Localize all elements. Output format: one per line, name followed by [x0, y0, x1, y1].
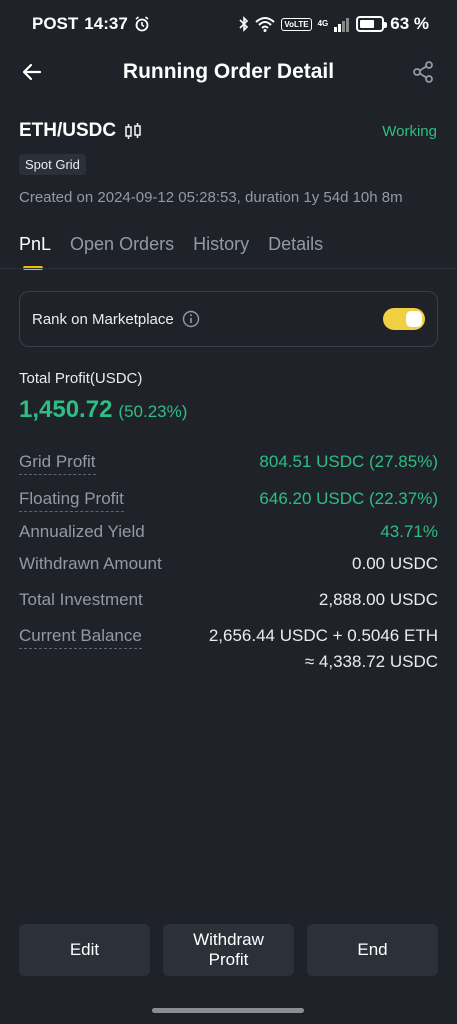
current-balance-assets: 2,656.44 USDC + 0.5046 ETH — [208, 626, 438, 645]
annualized-yield-row: Annualized Yield 43.71% — [19, 522, 438, 554]
tab-details[interactable]: Details — [268, 234, 323, 255]
total-profit-label: Total Profit(USDC) — [19, 370, 143, 387]
detail-rows: Grid Profit 804.51 USDC (27.85%) Floatin… — [19, 452, 438, 672]
volte-badge: VoLTE — [281, 17, 312, 31]
total-profit-row: 1,450.72 (50.23%) — [19, 396, 187, 424]
current-balance-row: Current Balance 2,656.44 USDC + 0.5046 E… — [19, 626, 438, 672]
battery-percent: 63 % — [390, 14, 429, 33]
status-left: POST 14:37 — [32, 14, 150, 34]
home-indicator[interactable] — [152, 1008, 304, 1013]
floating-profit-row: Floating Profit 646.20 USDC (22.37%) — [19, 489, 438, 522]
grid-profit-row: Grid Profit 804.51 USDC (27.85%) — [19, 452, 438, 489]
total-investment-row: Total Investment 2,888.00 USDC — [19, 590, 438, 626]
wifi-icon — [255, 17, 276, 32]
bluetooth-icon — [239, 16, 249, 32]
clock: 14:37 — [84, 14, 128, 33]
withdrawn-amount-value: 0.00 USDC — [352, 554, 438, 573]
current-balance-value: 2,656.44 USDC + 0.5046 ETH ≈ 4,338.72 US… — [209, 626, 438, 672]
info-icon[interactable] — [182, 310, 200, 328]
battery-fill — [360, 20, 374, 28]
battery-icon — [356, 16, 388, 32]
strategy-tag: Spot Grid — [19, 154, 86, 175]
current-balance-total: ≈ 4,338.72 USDC — [304, 652, 438, 671]
tab-pnl[interactable]: PnL — [19, 234, 51, 270]
pair-row: ETH/USDC Working — [19, 120, 437, 142]
candlestick-icon[interactable] — [124, 122, 142, 140]
tab-open-orders[interactable]: Open Orders — [70, 234, 174, 255]
annualized-yield-value: 43.71% — [380, 522, 438, 541]
order-status: Working — [382, 122, 437, 140]
page-title: Running Order Detail — [122, 60, 335, 83]
annualized-yield-label: Annualized Yield — [19, 522, 145, 541]
current-balance-label[interactable]: Current Balance — [19, 626, 142, 649]
withdraw-profit-button[interactable]: Withdraw Profit — [163, 924, 294, 976]
floating-profit-value: 646.20 USDC (22.37%) — [259, 489, 438, 508]
status-bar: POST 14:37 VoLTE 4G 63 % — [0, 0, 457, 48]
app-header: Running Order Detail — [0, 48, 457, 96]
network-type: 4G — [317, 19, 329, 28]
total-profit-percent: (50.23%) — [118, 402, 188, 421]
withdraw-label-line1: Withdraw — [193, 930, 264, 949]
total-profit-value: 1,450.72 — [19, 396, 113, 423]
carrier-label: POST — [32, 14, 79, 33]
rank-label: Rank on Marketplace — [32, 310, 174, 328]
share-icon[interactable] — [411, 60, 435, 84]
grid-profit-label[interactable]: Grid Profit — [19, 452, 96, 475]
tab-bar: PnL Open Orders History Details — [19, 234, 457, 270]
withdraw-label-line2: Profit — [208, 950, 249, 969]
withdrawn-amount-label: Withdrawn Amount — [19, 554, 162, 573]
end-button[interactable]: End — [307, 924, 438, 976]
tab-history[interactable]: History — [193, 234, 249, 255]
created-info: Created on 2024-09-12 05:28:53, duration… — [19, 189, 403, 206]
signal-icon — [334, 18, 350, 32]
status-right: VoLTE 4G 63 % — [239, 14, 429, 34]
withdrawn-amount-row: Withdrawn Amount 0.00 USDC — [19, 554, 438, 590]
rank-card: Rank on Marketplace — [19, 291, 438, 347]
trading-pair: ETH/USDC — [19, 120, 117, 141]
action-bar: Edit Withdraw Profit End — [19, 924, 438, 976]
back-arrow-icon[interactable] — [20, 60, 44, 84]
edit-button[interactable]: Edit — [19, 924, 150, 976]
toggle-knob — [406, 311, 422, 327]
tab-divider — [0, 268, 457, 269]
total-investment-label: Total Investment — [19, 590, 143, 609]
floating-profit-label[interactable]: Floating Profit — [19, 489, 124, 512]
total-investment-value: 2,888.00 USDC — [318, 590, 438, 609]
rank-toggle[interactable] — [383, 308, 425, 330]
alarm-icon — [135, 16, 149, 32]
grid-profit-value: 804.51 USDC (27.85%) — [259, 452, 438, 471]
